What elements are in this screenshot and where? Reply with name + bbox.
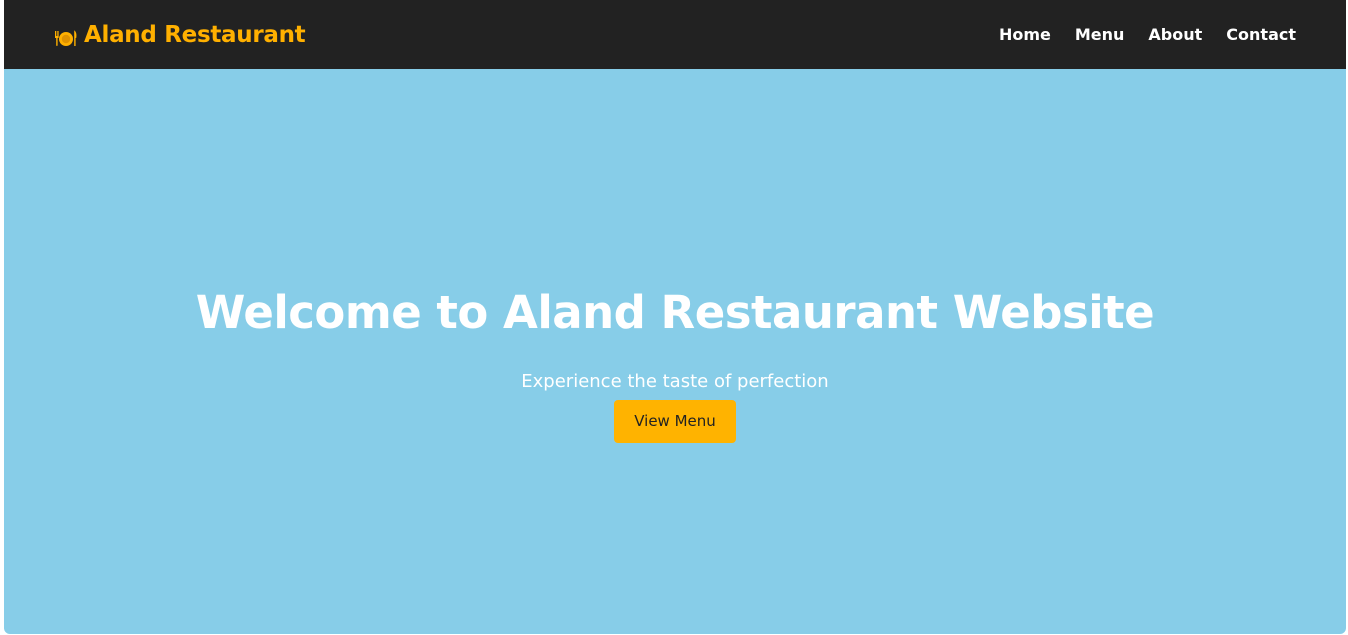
nav-links: Home Menu About Contact bbox=[999, 25, 1296, 44]
page: Aland Restaurant Home Menu About Contact… bbox=[4, 0, 1346, 634]
hero-title: Welcome to Aland Restaurant Website bbox=[195, 285, 1155, 339]
brand-logo-link[interactable]: Aland Restaurant bbox=[54, 21, 306, 48]
nav-link-home[interactable]: Home bbox=[999, 25, 1051, 44]
brand-name: Aland Restaurant bbox=[84, 21, 306, 48]
nav-link-about[interactable]: About bbox=[1148, 25, 1202, 44]
navbar: Aland Restaurant Home Menu About Contact bbox=[4, 0, 1346, 69]
hero-section: Welcome to Aland Restaurant Website Expe… bbox=[4, 69, 1346, 634]
nav-link-contact[interactable]: Contact bbox=[1226, 25, 1296, 44]
nav-link-menu[interactable]: Menu bbox=[1075, 25, 1125, 44]
hero-subtitle: Experience the taste of perfection bbox=[521, 370, 829, 392]
view-menu-button[interactable]: View Menu bbox=[614, 399, 736, 443]
plate-cutlery-icon bbox=[54, 27, 78, 46]
